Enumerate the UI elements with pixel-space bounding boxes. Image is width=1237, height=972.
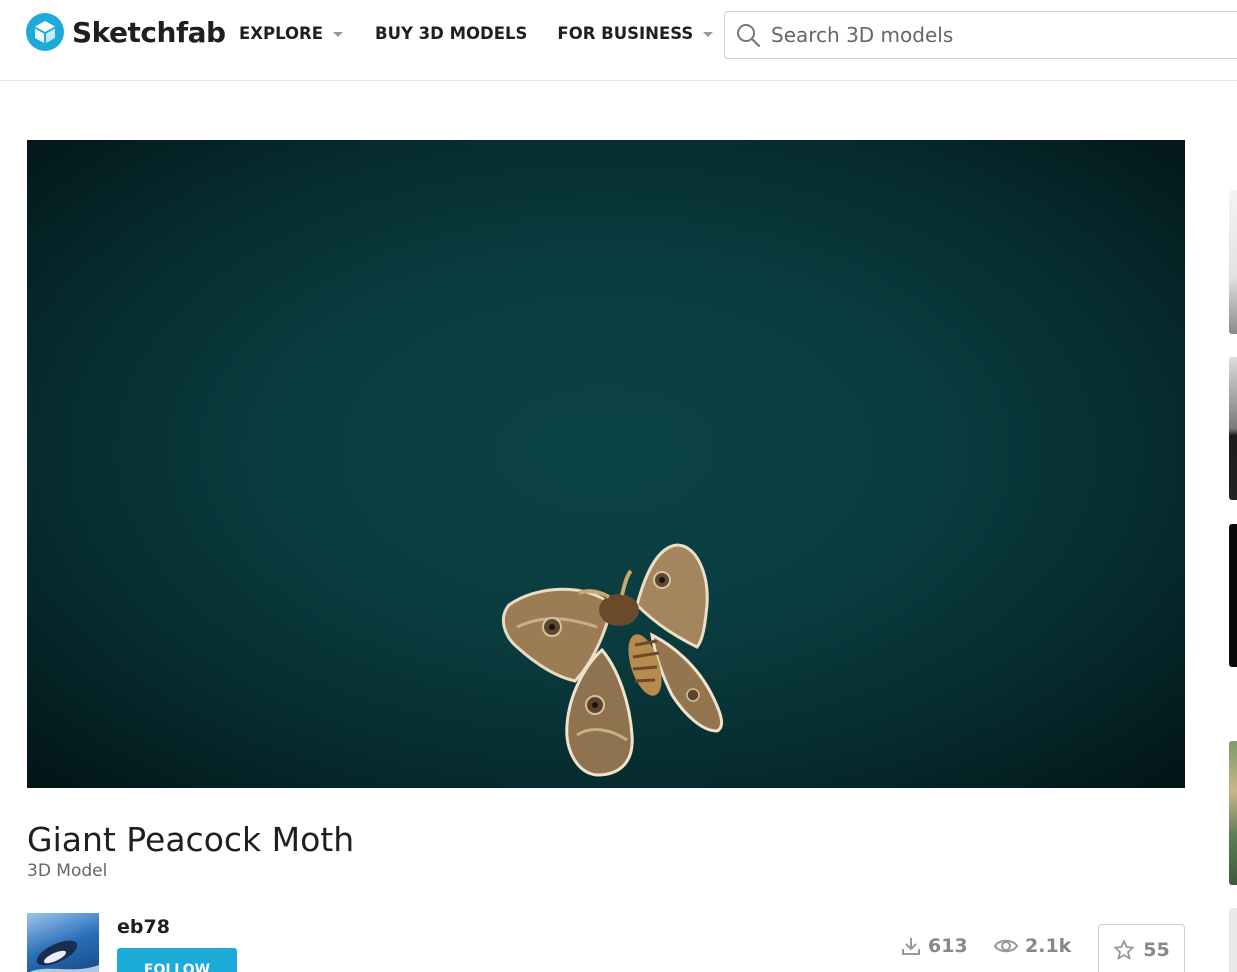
nav-explore-label: EXPLORE [239,23,324,43]
view-count: 2.1k [993,935,1071,957]
main-nav: EXPLORE BUY 3D MODELS FOR BUSINESS [239,22,714,44]
search-bar[interactable] [724,11,1237,59]
sketchfab-logo[interactable]: Sketchfab [26,13,226,51]
related-model-thumbnail[interactable] [1229,908,1237,972]
related-model-thumbnail[interactable] [1229,357,1237,500]
top-navbar: Sketchfab EXPLORE BUY 3D MODELS FOR BUSI… [0,0,1237,81]
sidebar-heading-partial [1229,705,1237,727]
model-viewer[interactable] [27,140,1185,788]
search-icon [737,24,761,48]
star-icon [1114,940,1135,960]
view-count-value: 2.1k [1025,935,1072,957]
chevron-down-icon [333,32,344,37]
download-count-value: 613 [928,935,968,957]
nav-buy-label: BUY 3D MODELS [375,23,528,43]
search-input[interactable] [771,23,1231,47]
related-model-thumbnail[interactable] [1229,741,1237,885]
sidebar-heading-partial [1229,154,1237,176]
chevron-down-icon [703,32,714,37]
related-model-thumbnail[interactable] [1229,524,1237,667]
sketchfab-logo-icon [26,13,64,51]
model-title: Giant Peacock Moth [27,820,355,859]
nav-for-business[interactable]: FOR BUSINESS [557,22,714,44]
brand-name: Sketchfab [72,15,226,49]
follow-button[interactable]: FOLLOW [117,948,237,972]
like-count-value: 55 [1143,939,1170,961]
download-icon [902,938,920,955]
eye-icon [993,939,1019,953]
author-name[interactable]: eb78 [117,916,170,938]
download-count: 613 [900,935,968,957]
model-type-label: 3D Model [27,861,108,881]
nav-buy-3d-models[interactable]: BUY 3D MODELS [375,22,527,44]
like-button[interactable]: 55 [1098,924,1185,972]
nav-explore[interactable]: EXPLORE [239,22,344,44]
related-model-thumbnail[interactable] [1229,190,1237,334]
moth-model-render [501,543,724,777]
author-avatar[interactable] [27,913,99,972]
nav-business-label: FOR BUSINESS [557,23,694,43]
avatar-image [29,940,99,972]
